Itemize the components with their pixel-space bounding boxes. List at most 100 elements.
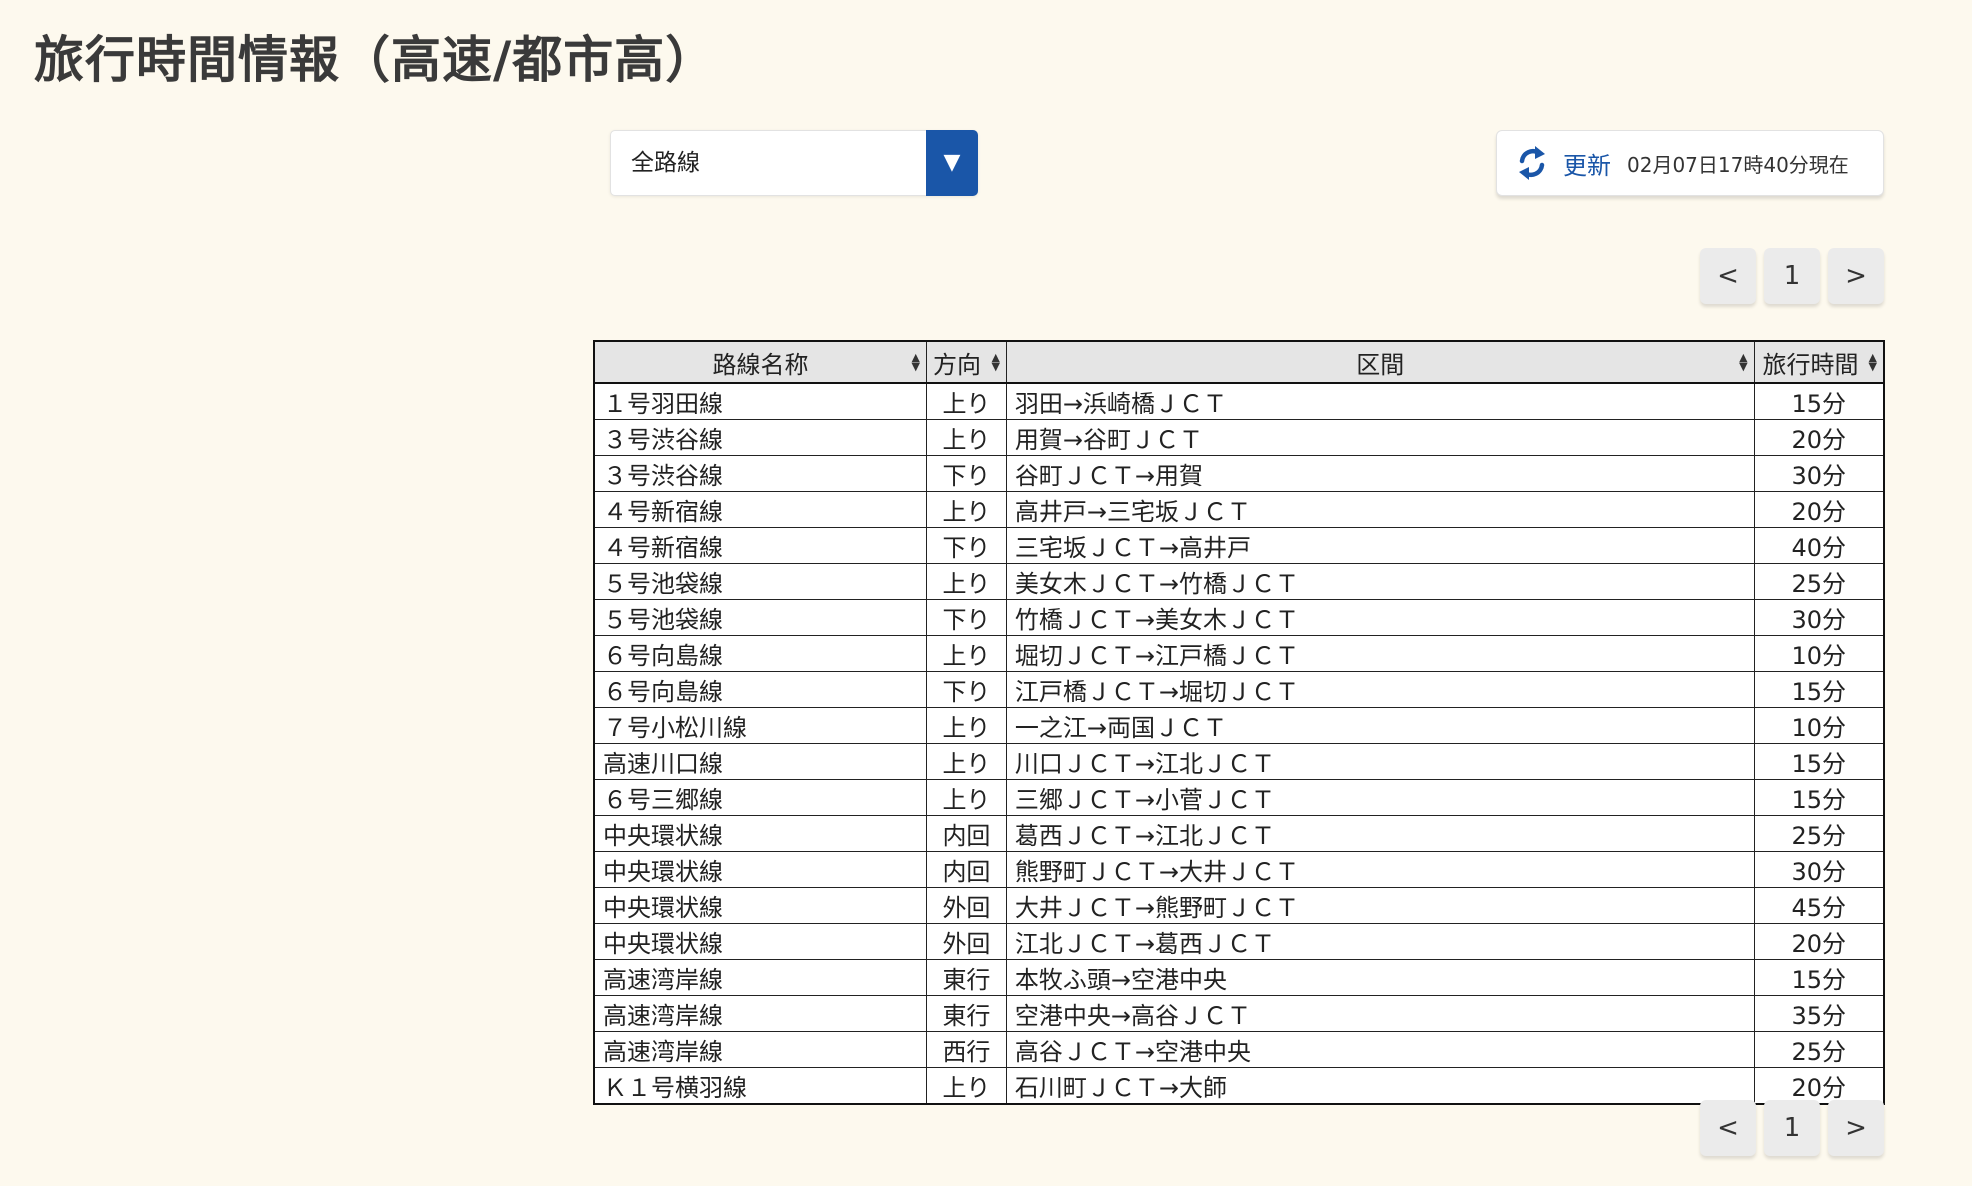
- cell-time: 20分: [1753, 923, 1885, 960]
- cell-section: 熊野町ＪＣＴ→大井ＪＣＴ: [1005, 851, 1755, 888]
- cell-time: 30分: [1753, 851, 1885, 888]
- cell-section: 竹橋ＪＣＴ→美女木ＪＣＴ: [1005, 599, 1755, 636]
- cell-time: 20分: [1753, 419, 1885, 456]
- cell-direction: 上り: [925, 743, 1007, 780]
- table-row: 中央環状線 内回 葛西ＪＣＴ→江北ＪＣＴ 25分: [593, 815, 1885, 852]
- table-header-row: 路線名称 ▲ ▼ 方向 ▲ ▼ 区間 ▲ ▼ 旅行時間 ▲ ▼: [593, 340, 1885, 384]
- cell-route: ４号新宿線: [593, 491, 927, 528]
- cell-time: 35分: [1753, 995, 1885, 1032]
- cell-section: 空港中央→高谷ＪＣＴ: [1005, 995, 1755, 1032]
- pager-prev-button[interactable]: <: [1700, 1100, 1756, 1156]
- table-row: ６号向島線 上り 堀切ＪＣＴ→江戸橋ＪＣＴ 10分: [593, 635, 1885, 672]
- pager-page-1[interactable]: 1: [1764, 248, 1820, 304]
- cell-route: ６号向島線: [593, 635, 927, 672]
- sort-icon[interactable]: ▲ ▼: [1739, 352, 1747, 372]
- cell-time: 10分: [1753, 707, 1885, 744]
- chevron-down-icon[interactable]: ▼: [926, 130, 978, 196]
- route-select-value: 全路線: [631, 150, 700, 176]
- cell-direction: 西行: [925, 1031, 1007, 1068]
- table-row: ６号三郷線 上り 三郷ＪＣＴ→小菅ＪＣＴ 15分: [593, 779, 1885, 816]
- cell-route: ４号新宿線: [593, 527, 927, 564]
- sort-icon[interactable]: ▲ ▼: [991, 352, 999, 372]
- pager-next-button[interactable]: >: [1828, 248, 1884, 304]
- cell-route: ７号小松川線: [593, 707, 927, 744]
- cell-route: ６号向島線: [593, 671, 927, 708]
- table-row: １号羽田線 上り 羽田→浜崎橋ＪＣＴ 15分: [593, 382, 1885, 420]
- cell-section: 高井戸→三宅坂ＪＣＴ: [1005, 491, 1755, 528]
- cell-direction: 上り: [925, 707, 1007, 744]
- table-row: 中央環状線 内回 熊野町ＪＣＴ→大井ＪＣＴ 30分: [593, 851, 1885, 888]
- updated-timestamp: 02月07日17時40分現在: [1627, 152, 1849, 177]
- refresh-icon[interactable]: [1515, 143, 1549, 183]
- cell-time: 40分: [1753, 527, 1885, 564]
- cell-direction: 上り: [925, 779, 1007, 816]
- cell-time: 15分: [1753, 743, 1885, 780]
- cell-route: 高速湾岸線: [593, 959, 927, 996]
- cell-time: 15分: [1753, 382, 1885, 420]
- cell-direction: 東行: [925, 995, 1007, 1032]
- cell-route: 中央環状線: [593, 923, 927, 960]
- cell-route: ３号渋谷線: [593, 419, 927, 456]
- cell-route: 中央環状線: [593, 815, 927, 852]
- cell-section: 谷町ＪＣＴ→用賀: [1005, 455, 1755, 492]
- cell-direction: 内回: [925, 851, 1007, 888]
- cell-route: ６号三郷線: [593, 779, 927, 816]
- cell-time: 20分: [1753, 1067, 1885, 1105]
- cell-direction: 上り: [925, 382, 1007, 420]
- cell-direction: 下り: [925, 599, 1007, 636]
- cell-time: 15分: [1753, 671, 1885, 708]
- cell-direction: 下り: [925, 455, 1007, 492]
- cell-direction: 下り: [925, 527, 1007, 564]
- cell-section: 三宅坂ＪＣＴ→高井戸: [1005, 527, 1755, 564]
- cell-direction: 東行: [925, 959, 1007, 996]
- page-title: 旅行時間情報（高速/都市高）: [34, 31, 717, 89]
- table-row: ４号新宿線 上り 高井戸→三宅坂ＪＣＴ 20分: [593, 491, 1885, 528]
- cell-time: 25分: [1753, 815, 1885, 852]
- route-select[interactable]: 全路線 ▼: [610, 130, 978, 196]
- cell-section: 葛西ＪＣＴ→江北ＪＣＴ: [1005, 815, 1755, 852]
- sort-icon[interactable]: ▲ ▼: [1869, 352, 1877, 372]
- column-header-time[interactable]: 旅行時間 ▲ ▼: [1753, 340, 1885, 384]
- sort-icon[interactable]: ▲ ▼: [912, 352, 920, 372]
- cell-section: 一之江→両国ＪＣＴ: [1005, 707, 1755, 744]
- table-row: 高速川口線 上り 川口ＪＣＴ→江北ＪＣＴ 15分: [593, 743, 1885, 780]
- cell-route: 高速湾岸線: [593, 995, 927, 1032]
- column-header-section[interactable]: 区間 ▲ ▼: [1005, 340, 1755, 384]
- table-row: 高速湾岸線 東行 本牧ふ頭→空港中央 15分: [593, 959, 1885, 996]
- pager-page-1[interactable]: 1: [1764, 1100, 1820, 1156]
- cell-time: 45分: [1753, 887, 1885, 924]
- cell-route: ５号池袋線: [593, 563, 927, 600]
- cell-section: 石川町ＪＣＴ→大師: [1005, 1067, 1755, 1105]
- column-header-direction[interactable]: 方向 ▲ ▼: [925, 340, 1007, 384]
- cell-section: 本牧ふ頭→空港中央: [1005, 959, 1755, 996]
- cell-route: 中央環状線: [593, 887, 927, 924]
- cell-time: 25分: [1753, 1031, 1885, 1068]
- table-row: 中央環状線 外回 大井ＪＣＴ→熊野町ＪＣＴ 45分: [593, 887, 1885, 924]
- cell-route: Ｋ１号横羽線: [593, 1067, 927, 1105]
- cell-time: 20分: [1753, 491, 1885, 528]
- table-row: 高速湾岸線 東行 空港中央→高谷ＪＣＴ 35分: [593, 995, 1885, 1032]
- pager-next-button[interactable]: >: [1828, 1100, 1884, 1156]
- table-row: ３号渋谷線 上り 用賀→谷町ＪＣＴ 20分: [593, 419, 1885, 456]
- table-row: ３号渋谷線 下り 谷町ＪＣＴ→用賀 30分: [593, 455, 1885, 492]
- cell-time: 15分: [1753, 959, 1885, 996]
- pager-bottom: < 1 >: [1700, 1100, 1884, 1156]
- cell-section: 三郷ＪＣＴ→小菅ＪＣＴ: [1005, 779, 1755, 816]
- pager-prev-button[interactable]: <: [1700, 248, 1756, 304]
- cell-route: 高速川口線: [593, 743, 927, 780]
- cell-direction: 上り: [925, 1067, 1007, 1105]
- cell-section: 川口ＪＣＴ→江北ＪＣＴ: [1005, 743, 1755, 780]
- cell-time: 30分: [1753, 599, 1885, 636]
- column-header-route[interactable]: 路線名称 ▲ ▼: [593, 340, 927, 384]
- cell-direction: 上り: [925, 491, 1007, 528]
- table-row: Ｋ１号横羽線 上り 石川町ＪＣＴ→大師 20分: [593, 1067, 1885, 1105]
- table-row: ７号小松川線 上り 一之江→両国ＪＣＴ 10分: [593, 707, 1885, 744]
- cell-section: 江北ＪＣＴ→葛西ＪＣＴ: [1005, 923, 1755, 960]
- refresh-button[interactable]: 更新: [1563, 146, 1611, 181]
- table-body: １号羽田線 上り 羽田→浜崎橋ＪＣＴ 15分 ３号渋谷線 上り 用賀→谷町ＪＣＴ 20分 ３号渋…: [593, 382, 1885, 1105]
- cell-time: 15分: [1753, 779, 1885, 816]
- cell-section: 羽田→浜崎橋ＪＣＴ: [1005, 382, 1755, 420]
- cell-section: 用賀→谷町ＪＣＴ: [1005, 419, 1755, 456]
- cell-section: 高谷ＪＣＴ→空港中央: [1005, 1031, 1755, 1068]
- cell-route: 中央環状線: [593, 851, 927, 888]
